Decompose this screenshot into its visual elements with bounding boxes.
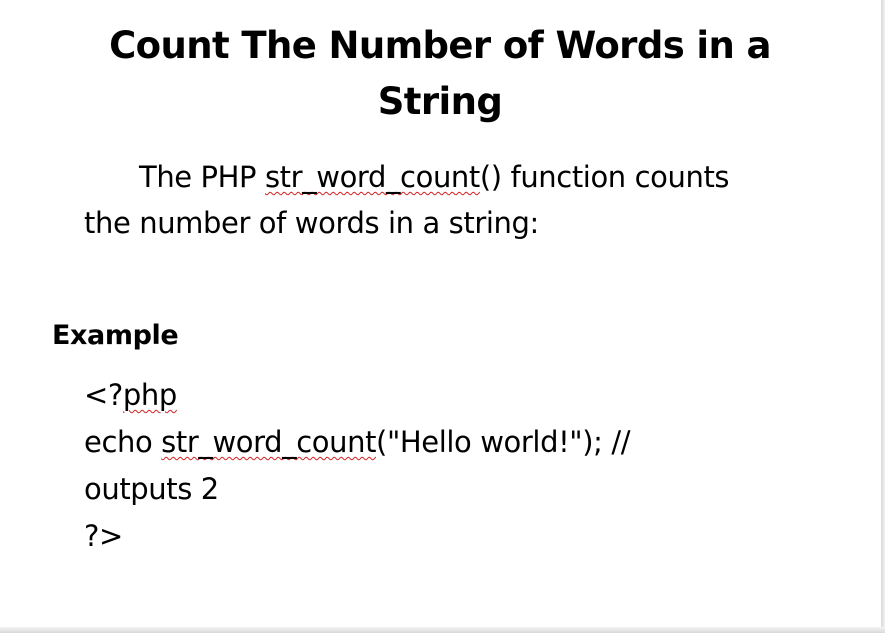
- intro-line-2: the number of words in a string:: [84, 206, 539, 240]
- code-line-1-prefix: <?: [84, 378, 123, 412]
- code-line-2: echo str_word_count("Hello world!"); //: [84, 419, 844, 466]
- example-heading: Example: [52, 320, 179, 351]
- intro-line-1: The PHP str_word_count() function counts: [84, 154, 844, 200]
- title-line-1: Count The Number of Words in a: [109, 24, 771, 67]
- code-example: <?php echo str_word_count("Hello world!"…: [84, 372, 844, 560]
- title-line-2: String: [377, 80, 503, 123]
- slide-title: Count The Number of Words in a String: [40, 18, 840, 130]
- code-line-1: <?php: [84, 372, 844, 419]
- code-line-2-prefix: echo: [84, 425, 162, 459]
- slide-bottom-edge: [0, 627, 885, 633]
- intro-line-1-before: The PHP: [139, 160, 265, 194]
- code-php-keyword: php: [122, 378, 177, 412]
- intro-paragraph: The PHP str_word_count() function counts…: [84, 154, 844, 246]
- code-line-3: outputs 2: [84, 472, 219, 506]
- slide-right-edge: [881, 0, 885, 633]
- intro-line-1-after: () function counts: [479, 160, 730, 194]
- code-line-2-suffix: ("Hello world!"); //: [376, 425, 631, 459]
- code-line-4: ?>: [84, 519, 123, 553]
- intro-function-name: str_word_count: [264, 160, 480, 194]
- slide: Count The Number of Words in a String Th…: [0, 0, 885, 633]
- code-function-name: str_word_count: [161, 425, 377, 459]
